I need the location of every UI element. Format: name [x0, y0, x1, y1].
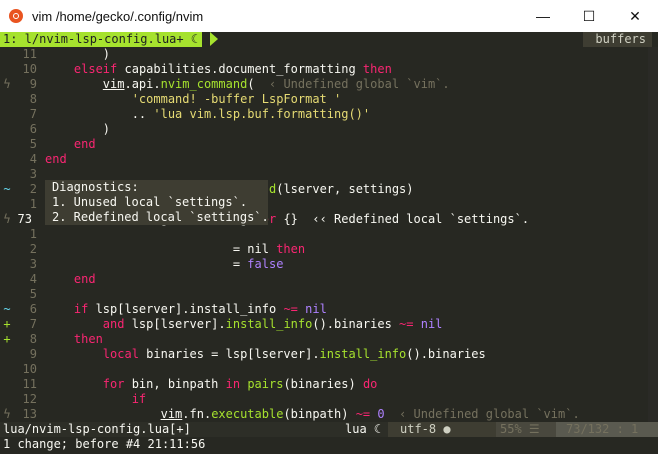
code-line[interactable]: 7 .. 'lua vim.lsp.buf.formatting()'	[0, 107, 648, 122]
line-number: 6	[29, 122, 37, 136]
code-line[interactable]: ϟ 9 vim.api.nvim_command( ‹ Undefined glo…	[0, 77, 648, 92]
editor-area[interactable]: 11 ) 10 elseif capabilities.document_for…	[0, 47, 648, 422]
code-line[interactable]: 10	[0, 362, 648, 377]
line-number: 1	[29, 197, 37, 211]
code-line[interactable]: 1	[0, 227, 648, 242]
code-text: vim.api.nvim_command( ‹ Undefined global…	[102, 77, 450, 91]
code-line[interactable]: 4 end	[0, 272, 648, 287]
line-number: 12	[22, 392, 37, 406]
close-button[interactable]: ✕	[612, 0, 658, 32]
tabline: 1: l/nvim-lsp-config.lua+ ☾ buffers	[0, 32, 658, 47]
code-line[interactable]: 10 elseif capabilities.document_formatti…	[0, 62, 648, 77]
code-line[interactable]: ϟ 13 vim.fn.executable(binpath) ~= 0 ‹ Un…	[0, 407, 648, 422]
window-title: vim /home/gecko/.config/nvim	[32, 8, 204, 24]
line-number: 6	[29, 302, 37, 316]
code-text: .. 'lua vim.lsp.buf.formatting()'	[45, 107, 371, 121]
code-line[interactable]: +8 then	[0, 332, 648, 347]
line-number: 3	[29, 257, 37, 271]
title-bar[interactable]: vim /home/gecko/.config/nvim — ☐ ✕	[0, 0, 658, 32]
sign-column: +	[3, 317, 11, 331]
tab-active[interactable]: 1: l/nvim-lsp-config.lua+ ☾	[0, 32, 203, 47]
line-number: 9	[29, 347, 37, 361]
line-number: 11	[22, 47, 37, 61]
code-text: and lsp[lserver].install_info().binaries…	[102, 317, 443, 331]
line-number: 1	[29, 227, 37, 241]
diagnostic-item: 2. Redefined local `settings`.	[52, 210, 269, 224]
line-number: 3	[29, 167, 37, 181]
line-number: 8	[29, 92, 37, 106]
line-number: 10	[22, 362, 37, 376]
sign-column: ϟ	[3, 407, 11, 421]
status-encoding: utf-8 ●	[388, 422, 496, 437]
tab-arrow	[210, 32, 218, 46]
code-line[interactable]: 11 for bin, binpath in pairs(binaries) d…	[0, 377, 648, 392]
line-number: 4	[29, 152, 37, 166]
line-number: 73	[17, 212, 32, 226]
code-line[interactable]: 5	[0, 287, 648, 302]
code-text: )	[45, 122, 111, 136]
code-text: elseif capabilities.document_formatting …	[73, 62, 392, 76]
diagnostic-item: 1. Unused local `settings`.	[52, 195, 248, 209]
code-text: local binaries = lsp[lserver].install_in…	[102, 347, 486, 361]
line-number: 13	[22, 407, 37, 421]
code-text: end	[45, 152, 67, 166]
code-line[interactable]: 5 end	[0, 137, 648, 152]
code-text: vim.fn.executable(binpath) ~= 0 ‹ Undefi…	[160, 407, 580, 421]
statusline: lua/nvim-lsp-config.lua[+] lua ☾ utf-8 ●…	[0, 422, 658, 437]
code-line[interactable]: 8 'command! -buffer LspFormat '	[0, 92, 648, 107]
command-line[interactable]: 1 change; before #4 21:11:56	[0, 437, 658, 454]
status-percent: 55% ☰	[496, 422, 556, 437]
line-number: 5	[29, 137, 37, 151]
sign-column: ϟ	[3, 77, 11, 91]
status-filetype: lua ☾	[345, 422, 382, 436]
code-line[interactable]: 9 local binaries = lsp[lserver].install_…	[0, 347, 648, 362]
ubuntu-icon	[9, 9, 23, 23]
code-text: for bin, binpath in pairs(binaries) do	[102, 377, 378, 391]
sign-column: +	[3, 332, 11, 346]
tab-active-label: 1: l/nvim-lsp-config.lua+	[3, 32, 184, 46]
line-number: 7	[29, 317, 37, 331]
code-line[interactable]: 12 if	[0, 392, 648, 407]
code-text: then	[73, 332, 103, 346]
line-number: 2	[29, 242, 37, 256]
line-number: 8	[29, 332, 37, 346]
code-line[interactable]: +7 and lsp[lserver].install_info().binar…	[0, 317, 648, 332]
minimize-button[interactable]: —	[520, 0, 566, 32]
line-number: 4	[29, 272, 37, 286]
buffers-label[interactable]: buffers	[583, 32, 652, 47]
diagnostics-popup: Diagnostics: 1. Unused local `settings`.…	[45, 180, 269, 225]
line-number: 10	[22, 62, 37, 76]
code-line[interactable]: 4 end	[0, 152, 648, 167]
code-line[interactable]: 2 = nil then	[0, 242, 648, 257]
code-line[interactable]: 6 )	[0, 122, 648, 137]
code-text: if lsp[lserver].install_info ~= nil	[73, 302, 327, 316]
code-text: = nil then	[45, 242, 306, 256]
code-text: if	[131, 392, 147, 406]
code-text: end	[73, 137, 96, 151]
line-number: 9	[29, 77, 37, 91]
sign-column: ~	[3, 302, 11, 316]
sign-column: ~	[3, 182, 11, 196]
line-number: 11	[22, 377, 37, 391]
status-filename: lua/nvim-lsp-config.lua[+]	[3, 422, 191, 436]
line-number: 5	[29, 287, 37, 301]
line-number: 2	[29, 182, 37, 196]
vim-window: vim /home/gecko/.config/nvim — ☐ ✕ 1: l/…	[0, 0, 658, 454]
status-position: 73/132 : 1	[556, 422, 658, 437]
maximize-button[interactable]: ☐	[566, 0, 612, 32]
code-text: = false	[45, 257, 284, 271]
code-text: )	[45, 47, 118, 61]
code-line[interactable]: 11 )	[0, 47, 648, 62]
scrollbar[interactable]	[648, 47, 658, 422]
diagnostics-title: Diagnostics:	[52, 180, 139, 194]
line-number: 7	[29, 107, 37, 121]
code-text: 'command! -buffer LspFormat '	[131, 92, 342, 106]
lua-icon: ☾	[190, 32, 199, 46]
code-line[interactable]: ~6 if lsp[lserver].install_info ~= nil	[0, 302, 648, 317]
code-text: end	[73, 272, 96, 286]
code-line[interactable]: 3 = false	[0, 257, 648, 272]
